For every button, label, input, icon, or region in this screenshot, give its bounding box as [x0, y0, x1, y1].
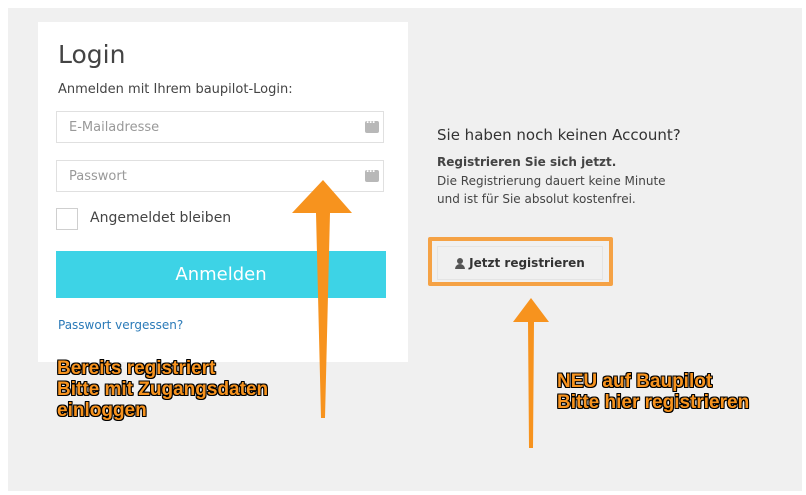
annotation-right-line2: Bitte hier registrieren: [557, 392, 750, 413]
annotation-right-line1: NEU auf Baupilot: [557, 371, 713, 392]
annotation-left-line1: Bereits registriert: [57, 358, 216, 379]
annotation-right: NEU auf Baupilot Bitte hier registrieren: [557, 371, 749, 413]
arrow-left-icon: [292, 180, 352, 418]
annotation-left-line3: einloggen: [57, 400, 147, 421]
annotation-left-line2: Bitte mit Zugangsdaten: [57, 379, 269, 400]
arrow-right-icon: [513, 298, 549, 448]
annotation-left: Bereits registriert Bitte mit Zugangsdat…: [57, 358, 268, 421]
